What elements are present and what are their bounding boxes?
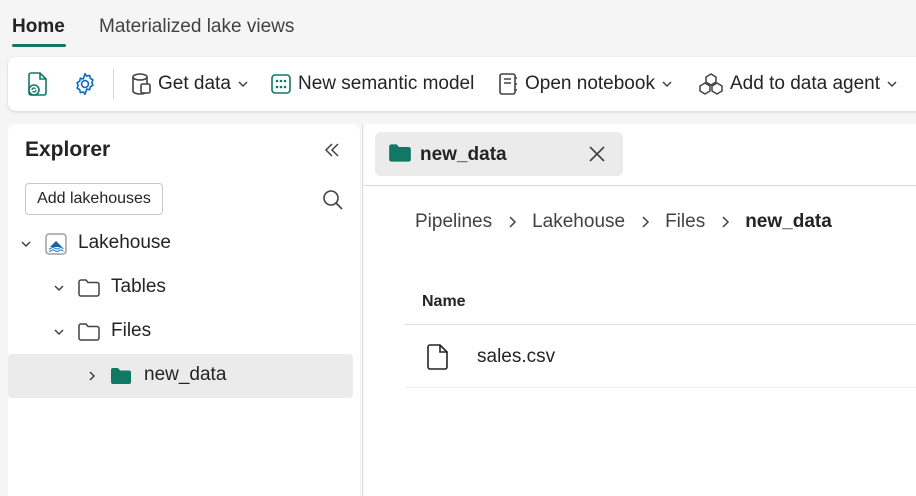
chevron-right-icon: [492, 215, 532, 229]
table-header: Name: [405, 284, 916, 325]
explorer-title: Explorer: [25, 138, 111, 161]
add-to-data-agent-button[interactable]: Add to data agent: [698, 69, 898, 99]
get-data-button[interactable]: Get data: [130, 69, 249, 99]
breadcrumb: Pipelines Lakehouse Files new_data: [415, 210, 832, 234]
search-button[interactable]: [320, 187, 346, 213]
new-semantic-model-button[interactable]: New semantic model: [270, 69, 474, 99]
panel-divider: [362, 124, 363, 496]
explorer-panel: Explorer Add lakehouses Lakehouse Tables…: [8, 124, 360, 496]
folder-filled-icon: [387, 142, 413, 169]
tree-label-files: Files: [111, 320, 152, 341]
document-tab-label: new_data: [420, 144, 507, 165]
gear-icon: [76, 72, 94, 96]
document-tab-new-data[interactable]: new_data: [375, 132, 623, 176]
tree-item-files[interactable]: Files: [8, 310, 353, 354]
chevron-right-icon: [705, 215, 745, 229]
column-header-name[interactable]: Name: [422, 293, 466, 311]
chevron-right-icon[interactable]: [85, 369, 99, 383]
tree-label-lakehouse: Lakehouse: [78, 232, 171, 253]
refresh-file-button[interactable]: [23, 69, 53, 99]
chevron-down-icon[interactable]: [52, 325, 66, 339]
data-agent-icon: [699, 73, 723, 95]
double-chevron-left-icon: [324, 143, 339, 157]
chevron-down-icon[interactable]: [19, 237, 33, 251]
tree-item-tables[interactable]: Tables: [8, 266, 353, 310]
breadcrumb-pipelines[interactable]: Pipelines: [415, 211, 492, 233]
chevron-down-icon[interactable]: [52, 281, 66, 295]
chevron-down-icon: [238, 81, 248, 88]
chevron-down-icon: [662, 81, 672, 88]
folder-filled-icon: [109, 364, 133, 388]
tree-label-new-data: new_data: [144, 364, 227, 385]
lakehouse-icon: [44, 232, 68, 256]
tree-item-lakehouse[interactable]: Lakehouse: [8, 222, 353, 266]
semantic-model-icon: [271, 74, 291, 94]
file-name[interactable]: sales.csv: [477, 346, 555, 368]
table-row[interactable]: sales.csv: [405, 326, 916, 388]
tab-home[interactable]: Home: [12, 16, 65, 38]
chevron-down-icon: [887, 81, 897, 88]
open-notebook-label: Open notebook: [525, 73, 655, 94]
breadcrumb-new-data: new_data: [745, 211, 832, 232]
new-semantic-model-label: New semantic model: [298, 73, 475, 94]
tree-item-new-data[interactable]: new_data: [8, 354, 353, 398]
collapse-explorer-button[interactable]: [320, 138, 344, 162]
ribbon-toolbar: Get data New semantic model Open noteboo…: [8, 57, 916, 111]
search-icon: [323, 190, 343, 210]
notebook-icon: [499, 73, 517, 95]
document-tabbar: new_data: [364, 124, 916, 186]
folder-icon: [77, 320, 101, 344]
add-lakehouses-button[interactable]: Add lakehouses: [25, 183, 163, 215]
file-refresh-icon: [28, 72, 47, 96]
add-to-data-agent-label: Add to data agent: [730, 73, 881, 94]
main-content: new_data Pipelines Lakehouse Files new_d…: [364, 124, 916, 496]
chevron-right-icon: [625, 215, 665, 229]
toolbar-separator: [113, 69, 114, 99]
tree-label-tables: Tables: [111, 276, 166, 297]
database-icon: [132, 73, 151, 95]
ribbon-tabs: Home Materialized lake views: [0, 0, 916, 52]
active-tab-indicator: [12, 44, 66, 47]
breadcrumb-files[interactable]: Files: [665, 211, 705, 233]
open-notebook-button[interactable]: Open notebook: [497, 69, 673, 99]
get-data-label: Get data: [158, 73, 231, 94]
settings-button[interactable]: [70, 69, 100, 99]
close-icon[interactable]: [585, 142, 609, 166]
breadcrumb-lakehouse[interactable]: Lakehouse: [532, 211, 625, 233]
folder-icon: [77, 276, 101, 300]
file-icon: [426, 343, 450, 376]
tab-materialized-lake-views[interactable]: Materialized lake views: [99, 16, 294, 38]
